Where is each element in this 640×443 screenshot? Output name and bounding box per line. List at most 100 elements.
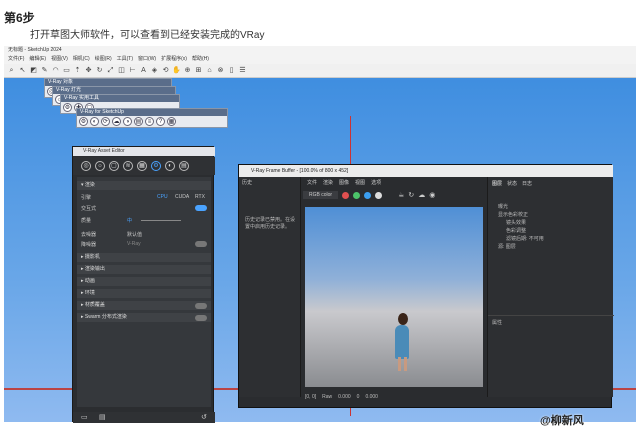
eraser-icon[interactable]: ◩ — [29, 66, 38, 75]
quality-slider[interactable] — [141, 220, 181, 221]
textures-icon[interactable]: ▦ — [137, 161, 147, 171]
section-animation[interactable]: ▸ 动画 — [77, 277, 211, 286]
engine-rtx[interactable]: RTX — [195, 194, 205, 200]
color-mode[interactable]: Raw — [322, 394, 332, 400]
reset-icon[interactable]: ↺ — [201, 413, 207, 421]
menu-help[interactable]: 帮助(H) — [192, 55, 209, 64]
swarm-toggle[interactable] — [195, 315, 207, 321]
section-camera[interactable]: ▸ 摄影机 — [77, 253, 211, 262]
pan-icon[interactable]: ✋ — [172, 66, 181, 75]
section-render-output[interactable]: ▸ 渲染输出 — [77, 265, 211, 274]
interactive-render-icon[interactable]: ⟳ — [101, 117, 110, 126]
blue-channel-icon[interactable] — [364, 191, 372, 199]
menu-extensions[interactable]: 扩展程序(x) — [161, 55, 187, 64]
menu-camera[interactable]: 相机(C) — [73, 55, 90, 64]
extension-icon[interactable]: ⊗ — [216, 66, 225, 75]
frame-buffer-icon[interactable]: ▤ — [179, 161, 189, 171]
section-environment[interactable]: ▸ 环境 — [77, 289, 211, 298]
scale-icon[interactable]: ⤢ — [106, 66, 115, 75]
render-icon[interactable]: ◐ — [90, 117, 99, 126]
paint-icon[interactable]: ◈ — [150, 66, 159, 75]
layer-item[interactable]: 镜头效果 — [506, 219, 526, 226]
vfb-menu-view[interactable]: 视图 — [355, 179, 365, 186]
cloud-render-icon[interactable]: ☁ — [112, 117, 121, 126]
asset-editor-icon[interactable]: ⚙ — [79, 117, 88, 126]
settings-icon[interactable]: ⚙ — [151, 161, 161, 171]
override-toggle[interactable] — [195, 303, 207, 309]
rectangle-icon[interactable]: ▭ — [62, 66, 71, 75]
lights-icon[interactable]: ☼ — [95, 161, 105, 171]
menu-window[interactable]: 窗口(W) — [138, 55, 156, 64]
tab-log[interactable]: 日志 — [522, 180, 532, 187]
zoom-icon[interactable]: ⊕ — [183, 66, 192, 75]
menu-file[interactable]: 文件(F) — [8, 55, 24, 64]
section-render[interactable]: ▾ 渲染 — [77, 181, 211, 190]
render-icon[interactable]: ◐ — [165, 161, 175, 171]
lister-icon[interactable]: ≡ — [145, 117, 154, 126]
history-heading: 历史 — [242, 180, 253, 186]
settings-panel: ▾ 渲染 引擎 CPU CUDA RTX 交互式 质量 中 去噪器 默认值 降噪… — [77, 177, 211, 407]
menu-tools[interactable]: 工具(T) — [117, 55, 133, 64]
offset-icon[interactable]: ◫ — [117, 66, 126, 75]
layers-icon[interactable]: ≋ — [123, 161, 133, 171]
materials-icon[interactable]: ◎ — [81, 161, 91, 171]
pushpull-icon[interactable]: ⇡ — [73, 66, 82, 75]
asset-editor-title: V-Ray Asset Editor — [73, 147, 215, 156]
vray-main-toolbar[interactable]: V-Ray for SketchUp ⚙ ◐ ⟳ ☁ ◑ ▤ ≡ ? ▦ — [76, 108, 228, 128]
select-icon[interactable]: ↖ — [18, 66, 27, 75]
save-icon[interactable]: ▤ — [99, 413, 106, 421]
frame-buffer-toolbar: RGB color ☕ ↻ ☁ ◉ — [303, 187, 481, 203]
vfb-menu-file[interactable]: 文件 — [307, 179, 317, 186]
layer-item[interactable]: 色彩调整 — [506, 227, 526, 234]
layer-item[interactable]: 源: 图层 — [498, 243, 516, 250]
vfb-menu-image[interactable]: 图像 — [339, 179, 349, 186]
vision-icon[interactable]: ◑ — [123, 117, 132, 126]
layer-item[interactable]: 显示色彩校正 — [498, 211, 528, 218]
section-swarm[interactable]: ▸ Swarm 分布式渲染 — [77, 313, 211, 322]
denoise-dropdown[interactable]: 默认值 — [127, 231, 142, 238]
rotate-icon[interactable]: ↻ — [95, 66, 104, 75]
frame-buffer-icon[interactable]: ▤ — [134, 117, 143, 126]
menu-edit[interactable]: 编辑(E) — [29, 55, 46, 64]
layer-item[interactable]: 曝光 — [498, 203, 508, 210]
search-icon[interactable]: ⌕ — [7, 66, 16, 75]
stop-render-icon[interactable]: ◉ — [429, 191, 435, 199]
denoiser-toggle[interactable] — [195, 241, 207, 247]
render-teapot-icon[interactable]: ☕ — [398, 191, 404, 199]
engine-cuda[interactable]: CUDA — [175, 194, 189, 200]
menu-view[interactable]: 视图(V) — [51, 55, 68, 64]
help-icon[interactable]: ? — [156, 117, 165, 126]
section-label: 摄影机 — [84, 254, 100, 260]
pencil-icon[interactable]: ✎ — [40, 66, 49, 75]
tape-icon[interactable]: ⊢ — [128, 66, 137, 75]
lock-icon[interactable]: ▦ — [167, 117, 176, 126]
red-channel-icon[interactable] — [342, 191, 350, 199]
vfb-menu-options[interactable]: 选项 — [371, 179, 381, 186]
orbit-icon[interactable]: ⟲ — [161, 66, 170, 75]
document-icon[interactable]: ▯ — [227, 66, 236, 75]
engine-cpu[interactable]: CPU — [157, 194, 168, 200]
open-folder-icon[interactable]: ▭ — [81, 413, 88, 421]
channel-select[interactable]: RGB color — [303, 191, 339, 199]
warehouse-icon[interactable]: ⌂ — [205, 66, 214, 75]
move-icon[interactable]: ✥ — [84, 66, 93, 75]
tab-stats[interactable]: 状态 — [507, 180, 517, 187]
zoom-extents-icon[interactable]: ⊞ — [194, 66, 203, 75]
arc-icon[interactable]: ◠ — [51, 66, 60, 75]
section-material-override[interactable]: ▸ 材质覆盖 — [77, 301, 211, 310]
menu-draw[interactable]: 绘图(R) — [95, 55, 112, 64]
vfb-menu-render[interactable]: 渲染 — [323, 179, 333, 186]
layer-item[interactable]: 滤镜后期: 不可用 — [506, 235, 544, 242]
step-title: 第6步 — [4, 11, 35, 25]
tab-layers[interactable]: 图层 — [492, 180, 502, 187]
cloud-render-icon[interactable]: ☁ — [418, 191, 425, 199]
text-icon[interactable]: A — [139, 66, 148, 75]
render-preview[interactable] — [305, 207, 483, 387]
green-channel-icon[interactable] — [353, 191, 361, 199]
layers-icon[interactable]: ☰ — [238, 66, 247, 75]
interactive-toggle[interactable] — [195, 205, 207, 211]
utility-icon[interactable]: ⚙ — [63, 103, 72, 112]
interactive-teapot-icon[interactable]: ↻ — [408, 191, 414, 199]
alpha-channel-icon[interactable] — [375, 191, 383, 199]
geometry-icon[interactable]: ▢ — [109, 161, 119, 171]
